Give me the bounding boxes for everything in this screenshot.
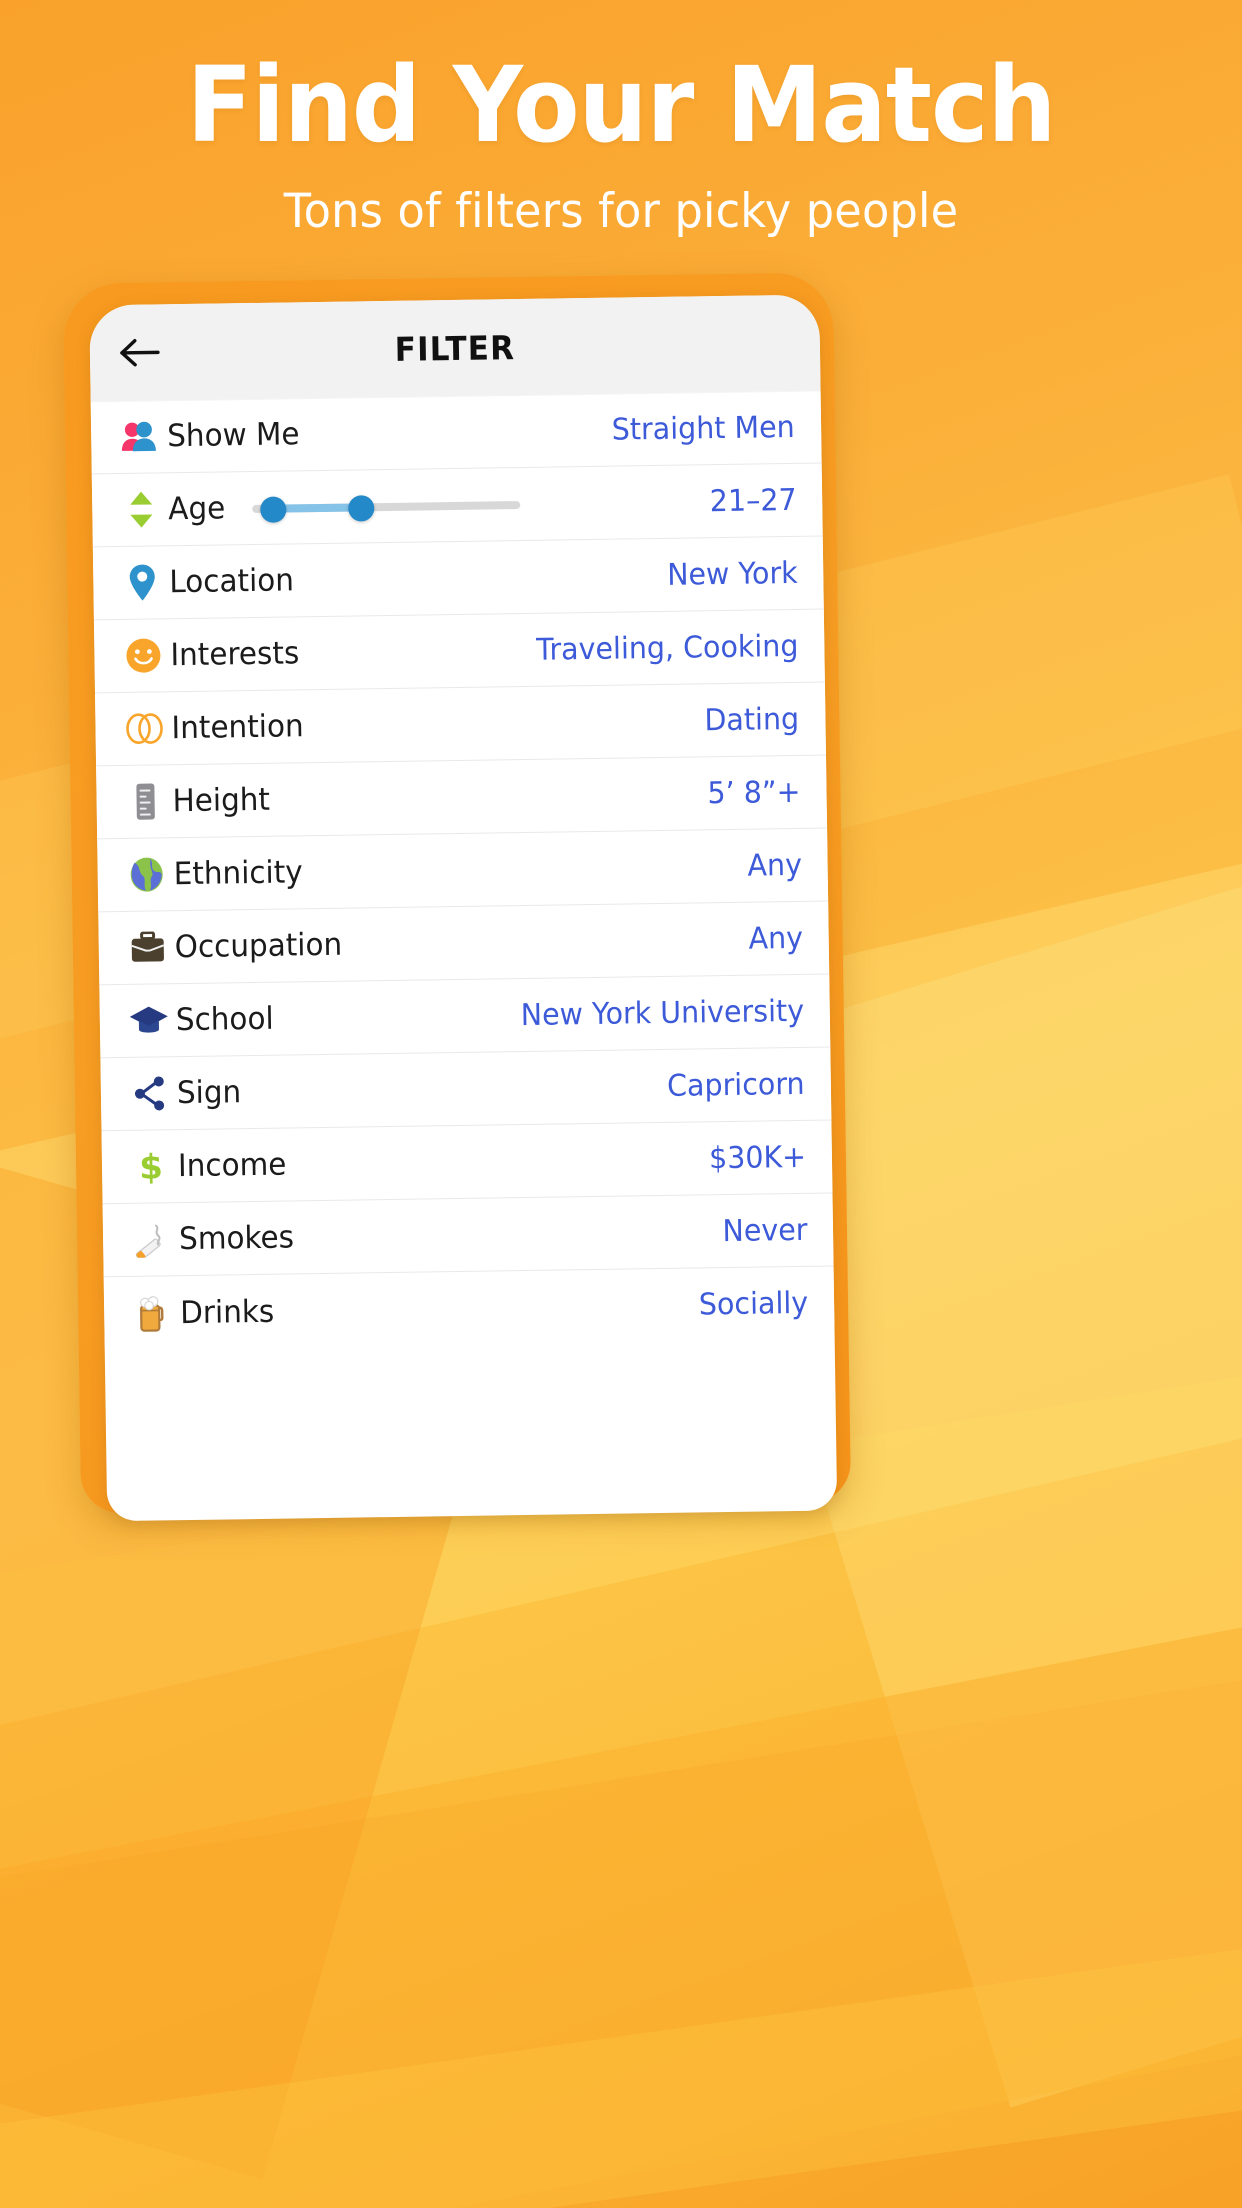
filter-value[interactable]: Never bbox=[722, 1212, 807, 1248]
filter-label: Location bbox=[169, 562, 295, 601]
slider-max-handle[interactable] bbox=[348, 495, 375, 522]
globe-icon bbox=[121, 856, 172, 893]
phone-mockup: FILTER Show Me Straight Men Age 21–27 Lo… bbox=[62, 272, 852, 1522]
filter-row-height[interactable]: Height 5’ 8”+ bbox=[96, 755, 828, 840]
filter-label: School bbox=[175, 1000, 274, 1039]
filter-row-occupation[interactable]: Occupation Any bbox=[98, 901, 830, 986]
filter-value[interactable]: New York University bbox=[520, 993, 804, 1032]
filter-label: Show Me bbox=[166, 416, 300, 455]
age-range-slider[interactable] bbox=[252, 487, 521, 525]
people-icon bbox=[115, 419, 165, 454]
filter-label: Intention bbox=[171, 708, 304, 747]
linked-rings-icon bbox=[119, 711, 169, 746]
smiley-face-icon bbox=[118, 637, 169, 674]
filter-value[interactable]: New York bbox=[667, 555, 798, 592]
phone-screen: FILTER Show Me Straight Men Age 21–27 Lo… bbox=[89, 294, 838, 1522]
filter-value[interactable]: Traveling, Cooking bbox=[536, 628, 799, 667]
filter-row-income[interactable]: $ Income $30K+ bbox=[101, 1120, 833, 1205]
filter-label: Interests bbox=[170, 635, 300, 674]
filter-row-location[interactable]: Location New York bbox=[92, 536, 824, 621]
svg-text:$: $ bbox=[139, 1147, 163, 1185]
filter-row-drinks[interactable]: Drinks Socially bbox=[104, 1266, 835, 1350]
filter-value[interactable]: Straight Men bbox=[612, 409, 795, 447]
filter-label: Smokes bbox=[178, 1219, 295, 1258]
briefcase-icon bbox=[123, 931, 173, 964]
filter-label: Sign bbox=[176, 1074, 242, 1112]
share-nodes-icon bbox=[125, 1075, 176, 1112]
filter-list: Show Me Straight Men Age 21–27 Location … bbox=[90, 390, 835, 1351]
filter-label: Ethnicity bbox=[173, 854, 303, 893]
filter-row-intention[interactable]: Intention Dating bbox=[94, 682, 827, 767]
dollar-sign-icon: $ bbox=[126, 1147, 177, 1186]
filter-value[interactable]: Any bbox=[748, 920, 803, 956]
filter-value[interactable]: $30K+ bbox=[709, 1139, 806, 1175]
filter-label: Height bbox=[172, 781, 271, 820]
filter-label: Drinks bbox=[179, 1293, 275, 1331]
filter-value[interactable]: Socially bbox=[699, 1286, 809, 1323]
beer-mug-icon bbox=[128, 1294, 179, 1333]
graduation-cap-icon bbox=[124, 1004, 174, 1037]
filter-row-ethnicity[interactable]: Ethnicity Any bbox=[97, 828, 829, 913]
filter-row-smokes[interactable]: Smokes Never bbox=[102, 1193, 834, 1278]
ruler-icon bbox=[120, 782, 171, 821]
map-pin-icon bbox=[117, 563, 168, 602]
filter-row-age[interactable]: Age 21–27 bbox=[91, 463, 823, 548]
filter-value[interactable]: Dating bbox=[705, 701, 800, 737]
hero-title: Find Your Match bbox=[186, 44, 1057, 166]
filter-value[interactable]: Any bbox=[747, 847, 802, 883]
app-bar: FILTER bbox=[89, 294, 821, 402]
filter-value[interactable]: 5’ 8”+ bbox=[707, 774, 801, 810]
hero-section: Find Your Match Tons of filters for pick… bbox=[0, 52, 1242, 239]
filter-value[interactable]: 21–27 bbox=[709, 482, 796, 518]
filter-row-show-me[interactable]: Show Me Straight Men bbox=[90, 390, 822, 475]
page-title: FILTER bbox=[394, 327, 516, 369]
filter-label: Occupation bbox=[174, 926, 343, 966]
filter-row-school[interactable]: School New York University bbox=[99, 974, 831, 1059]
hero-subtitle: Tons of filters for picky people bbox=[283, 184, 959, 240]
filter-label: Age bbox=[168, 490, 226, 528]
filter-row-interests[interactable]: Interests Traveling, Cooking bbox=[93, 609, 825, 694]
up-down-arrows-icon bbox=[116, 490, 167, 529]
slider-min-handle[interactable] bbox=[260, 496, 287, 523]
filter-value[interactable]: Capricorn bbox=[667, 1066, 805, 1103]
filter-label: Income bbox=[177, 1146, 287, 1185]
filter-row-sign[interactable]: Sign Capricorn bbox=[100, 1047, 832, 1132]
cigarette-icon bbox=[127, 1221, 178, 1258]
